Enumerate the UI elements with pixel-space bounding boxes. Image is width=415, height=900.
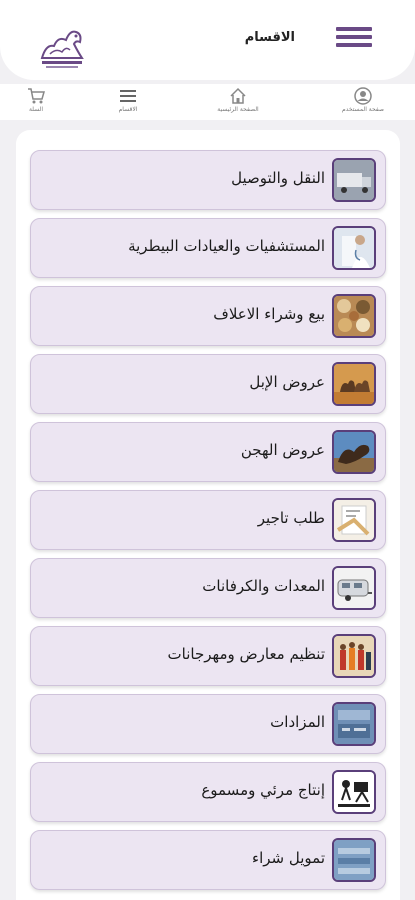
category-label: المعدات والكرفانات — [202, 577, 325, 595]
category-auctions[interactable]: المزادات — [30, 694, 386, 754]
nav-home-label: الصفحة الرئيسية — [217, 106, 259, 113]
festival-icon — [332, 634, 376, 678]
category-feed[interactable]: بيع وشراء الاعلاف — [30, 286, 386, 346]
racing-camel-icon — [332, 430, 376, 474]
nav-categories-label: الاقسام — [118, 106, 138, 113]
category-caravans[interactable]: المعدات والكرفانات — [30, 558, 386, 618]
category-label: تنظيم معارض ومهرجانات — [167, 645, 325, 663]
category-label: طلب تاجير — [257, 509, 325, 527]
category-label: إنتاج مرئي ومسموع — [201, 781, 325, 799]
app-header: الاقسام — [0, 0, 415, 80]
nav-user-page[interactable]: صفحة المستخدم — [327, 87, 399, 113]
cart-icon — [28, 88, 45, 104]
category-transport[interactable]: النقل والتوصيل — [30, 150, 386, 210]
category-racing-camels[interactable]: عروض الهجن — [30, 422, 386, 482]
nav-cart-label: السلة — [28, 106, 44, 113]
categories-list: النقل والتوصيل المستشفيات والعيادات البي… — [30, 150, 386, 898]
category-label: تمويل شراء — [252, 849, 325, 867]
finance-icon — [332, 838, 376, 882]
caravan-icon — [332, 566, 376, 610]
category-label: المزادات — [270, 713, 325, 731]
nav-bar: صفحة المستخدم الصفحة الرئيسية الاقسام ال… — [0, 84, 415, 120]
category-rent[interactable]: طلب تاجير — [30, 490, 386, 550]
page-title: الاقسام — [244, 30, 295, 45]
nav-cart[interactable]: السلة — [0, 87, 72, 113]
nav-categories[interactable]: الاقسام — [92, 87, 164, 113]
categories-panel: النقل والتوصيل المستشفيات والعيادات البي… — [16, 130, 400, 900]
category-vet[interactable]: المستشفيات والعيادات البيطرية — [30, 218, 386, 278]
nav-home[interactable]: الصفحة الرئيسية — [202, 87, 274, 113]
category-festivals[interactable]: تنظيم معارض ومهرجانات — [30, 626, 386, 686]
camel-logo-icon[interactable] — [36, 18, 88, 70]
user-icon — [354, 87, 372, 105]
media-production-icon — [332, 770, 376, 814]
auction-icon — [332, 702, 376, 746]
category-media[interactable]: إنتاج مرئي ومسموع — [30, 762, 386, 822]
vet-icon — [332, 226, 376, 270]
category-label: عروض الهجن — [240, 441, 325, 459]
hamburger-menu-icon[interactable] — [336, 27, 372, 55]
category-camels[interactable]: عروض الإبل — [30, 354, 386, 414]
category-label: عروض الإبل — [249, 373, 325, 391]
rent-request-icon — [332, 498, 376, 542]
category-finance[interactable]: تمويل شراء — [30, 830, 386, 890]
camels-icon — [332, 362, 376, 406]
list-icon — [120, 90, 136, 102]
category-label: المستشفيات والعيادات البيطرية — [128, 237, 325, 255]
category-label: النقل والتوصيل — [231, 169, 325, 187]
feed-icon — [332, 294, 376, 338]
nav-user-label: صفحة المستخدم — [342, 106, 384, 113]
home-icon — [230, 87, 246, 104]
truck-icon — [332, 158, 376, 202]
category-label: بيع وشراء الاعلاف — [213, 305, 325, 323]
